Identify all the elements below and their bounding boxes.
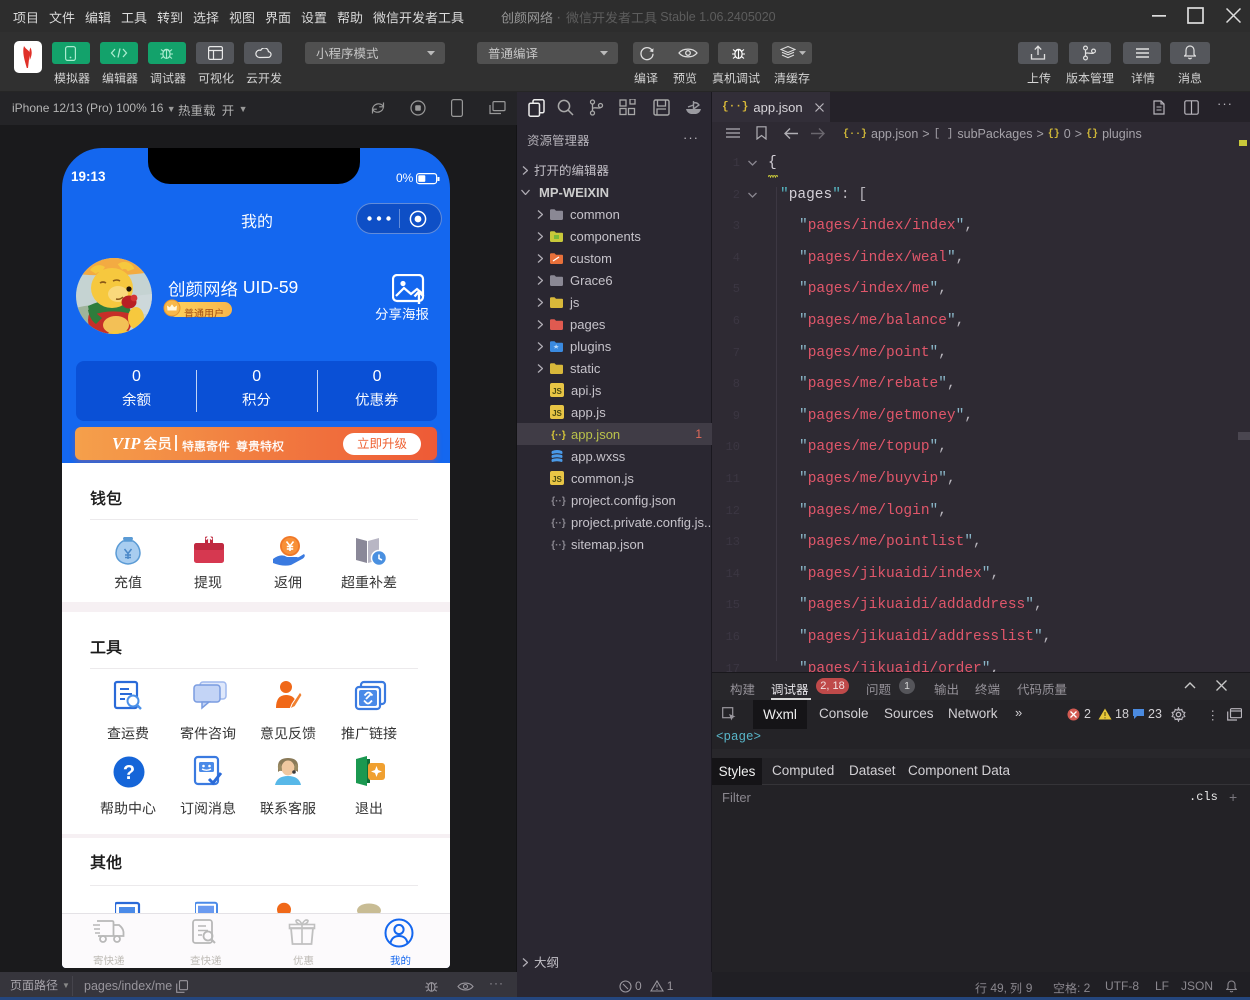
svg-text:{··}: {··} (551, 540, 566, 551)
svg-text:JS: JS (552, 409, 562, 418)
svg-text:?: ? (123, 762, 135, 784)
svg-text:{··}: {··} (551, 430, 566, 441)
svg-text:JS: JS (552, 387, 562, 396)
svg-text:JS: JS (552, 475, 562, 484)
svg-text:{··}: {··} (551, 518, 566, 529)
svg-text:{··}: {··} (551, 496, 566, 507)
